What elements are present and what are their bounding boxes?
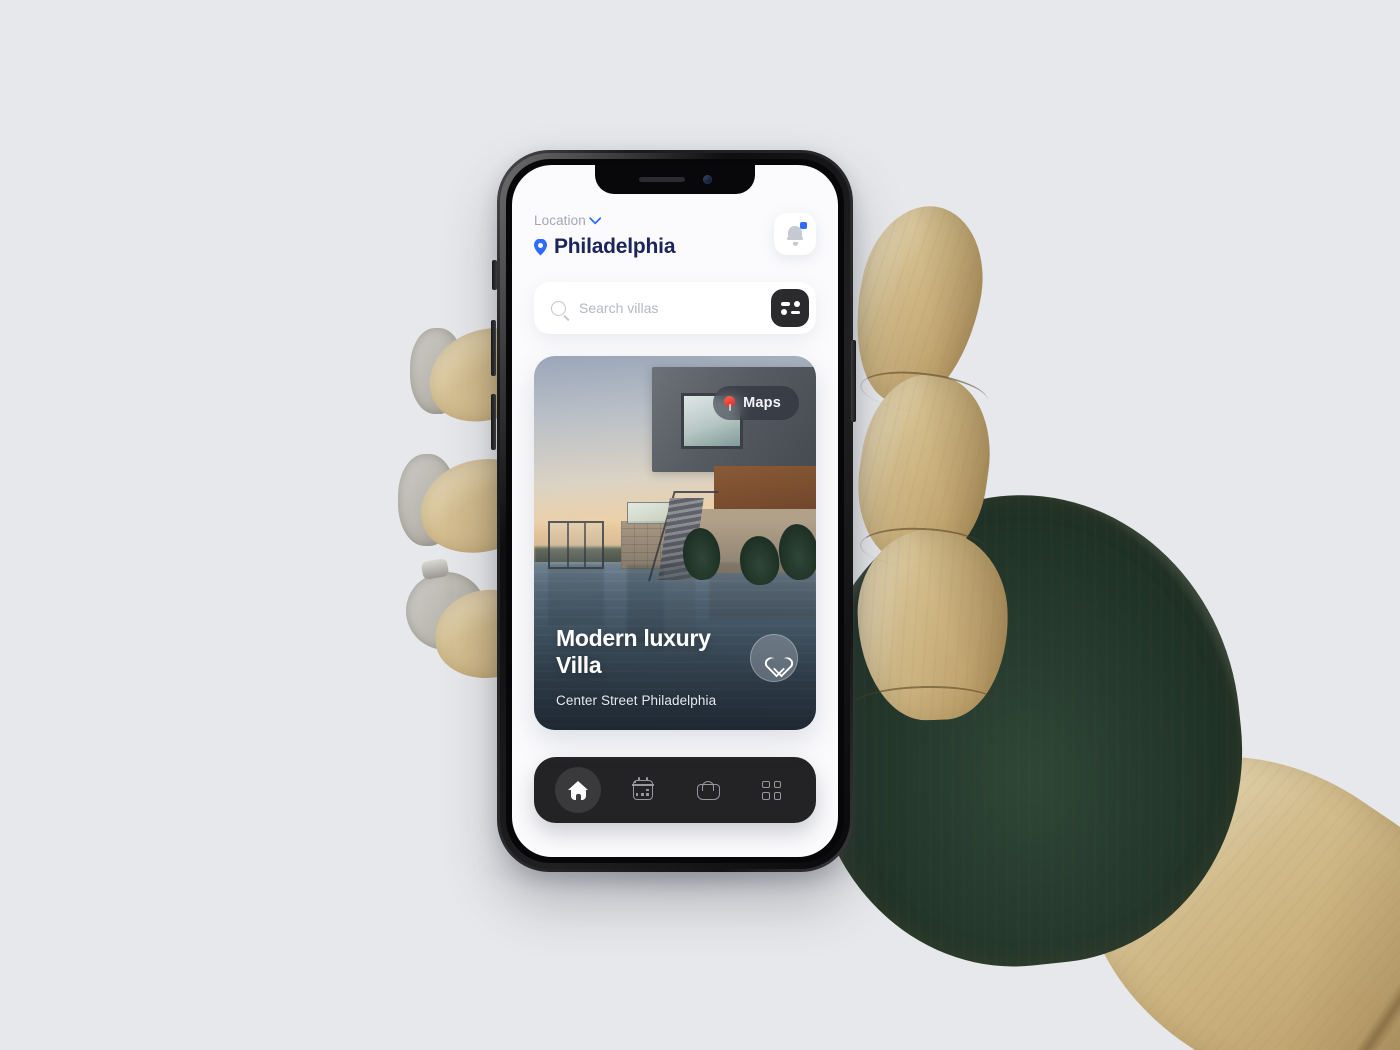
heart-icon [764,649,784,667]
location-label: Location [534,213,586,228]
nav-item-orders[interactable] [684,767,730,813]
villa-title: Modern luxury Villa [556,624,711,678]
notifications-button[interactable] [774,213,816,255]
filter-sliders-icon [780,300,800,307]
phone-screen: Location Philadelphia Search villas Maps… [512,165,838,857]
search-input[interactable]: Search villas [579,300,758,316]
bell-clapper [793,241,798,246]
nav-item-bookings[interactable] [620,767,666,813]
villa-address: Center Street Philadelphia [556,693,717,708]
nav-item-home[interactable] [555,767,602,813]
bag-icon [696,780,720,800]
maps-label: Maps [743,395,781,411]
filter-button[interactable] [771,289,809,327]
card-text-block: Modern luxury Villa Center Street Philad… [556,625,740,708]
card-content: Modern luxury Villa Center Street Philad… [556,625,798,708]
grid-icon [762,780,782,800]
map-pin-icon [534,239,547,256]
front-camera-icon [702,175,712,184]
bottom-navigation-bar [534,757,816,823]
location-selector[interactable]: Location [534,212,675,228]
search-icon [551,300,566,316]
current-city-row: Philadelphia [534,235,675,259]
app-header: Location Philadelphia [534,212,816,259]
favorite-button[interactable] [750,634,798,682]
search-bar[interactable]: Search villas [534,282,816,334]
featured-villa-card[interactable]: Maps Modern luxury Villa Center Street P… [534,356,816,730]
volume-up-button[interactable] [491,320,496,376]
location-block[interactable]: Location Philadelphia [534,212,675,259]
earpiece-speaker [638,177,685,182]
map-pin-icon [724,395,736,411]
maps-badge[interactable]: Maps [713,386,799,420]
device-notch [595,165,755,194]
volume-down-button[interactable] [491,394,496,450]
calendar-icon [631,776,654,800]
phone-device: Location Philadelphia Search villas Maps… [497,150,853,872]
silent-switch[interactable] [492,260,497,290]
notification-badge-dot [800,222,807,229]
nav-item-menu[interactable] [749,767,795,813]
chevron-down-icon[interactable] [588,212,602,225]
home-icon [567,780,589,800]
power-button[interactable] [851,340,856,422]
current-city: Philadelphia [554,235,676,258]
app-root: Location Philadelphia Search villas Maps… [512,165,838,857]
